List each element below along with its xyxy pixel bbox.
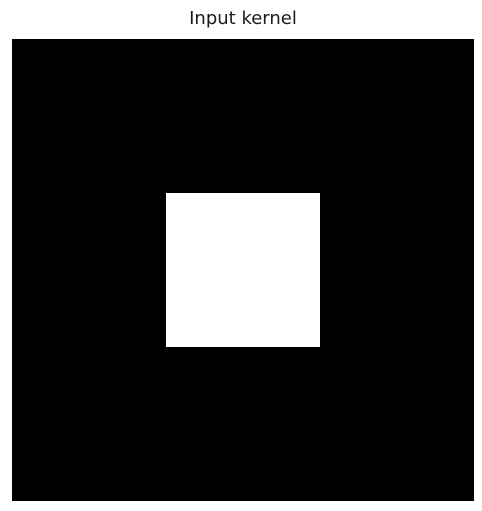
heatmap-plot-area [12, 39, 474, 501]
heatmap-cell-1-1 [166, 193, 321, 348]
heatmap-cell-0-2 [320, 39, 474, 194]
heatmap-cell-0-1 [166, 39, 321, 194]
heatmap-svg [12, 39, 474, 501]
heatmap-cell-0-0 [12, 39, 167, 194]
figure: Input kernel [0, 0, 482, 511]
heatmap-cell-2-0 [12, 347, 167, 501]
heatmap-cell-2-2 [320, 347, 474, 501]
heatmap-cell-1-0 [12, 193, 167, 348]
chart-title: Input kernel [189, 8, 297, 29]
heatmap-cell-2-1 [166, 347, 321, 501]
heatmap-cell-1-2 [320, 193, 474, 348]
